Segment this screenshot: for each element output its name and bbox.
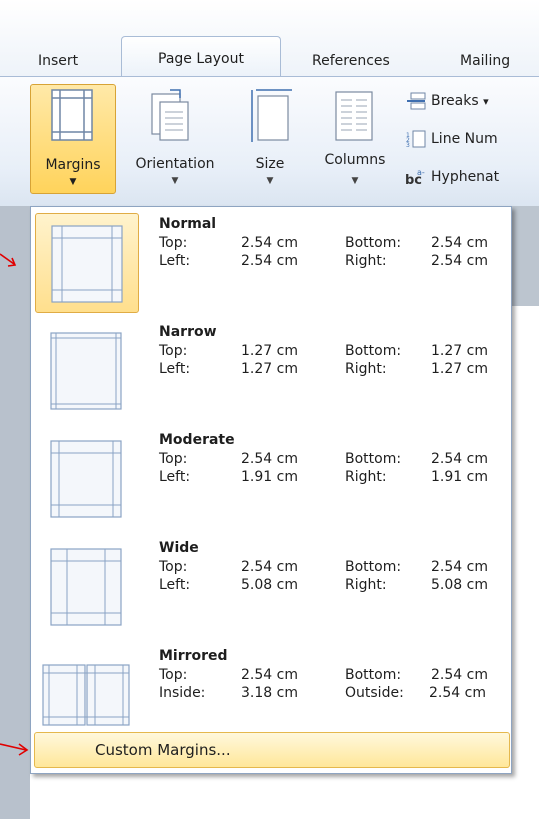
value: 2.54 cm — [241, 667, 298, 683]
value: 1.27 cm — [431, 361, 488, 377]
margin-option-normal[interactable]: Normal Top: 2.54 cm Bottom: 2.54 cm Left… — [35, 211, 507, 317]
tab-references[interactable]: References — [312, 46, 390, 76]
value: 1.27 cm — [431, 343, 488, 359]
option-name: Wide — [159, 540, 199, 556]
option-name: Mirrored — [159, 648, 228, 664]
margins-label: Margins — [45, 157, 101, 173]
option-name: Moderate — [159, 432, 235, 448]
margin-preview — [35, 645, 139, 745]
orientation-button[interactable]: Orientation ▼ — [120, 82, 230, 194]
line-numbers-label: Line Num — [431, 131, 498, 147]
margin-option-narrow[interactable]: Narrow Top: 1.27 cm Bottom: 1.27 cm Left… — [35, 319, 507, 425]
value: 2.54 cm — [431, 235, 488, 251]
margin-preview — [35, 537, 139, 637]
breaks-icon — [407, 92, 426, 110]
value: 5.08 cm — [241, 577, 298, 593]
chevron-down-icon: ▼ — [69, 177, 77, 187]
page-margins-icon — [50, 548, 122, 626]
tab-insert[interactable]: Insert — [38, 46, 78, 76]
tab-mailings[interactable]: Mailing — [460, 46, 510, 76]
value: 1.91 cm — [431, 469, 488, 485]
tab-page-layout-label: Page Layout — [158, 51, 244, 67]
value: 5.08 cm — [431, 577, 488, 593]
label: Bottom: — [345, 235, 402, 251]
value: 2.54 cm — [431, 667, 488, 683]
value: 2.54 cm — [241, 559, 298, 575]
label: Top: — [159, 235, 188, 251]
label: Outside: — [345, 685, 404, 701]
value: 2.54 cm — [431, 559, 488, 575]
label: Top: — [159, 343, 188, 359]
option-name: Narrow — [159, 324, 217, 340]
page-margins-icon — [50, 440, 122, 518]
custom-margins-button[interactable]: Custom Margins... — [34, 732, 510, 768]
label: Top: — [159, 667, 188, 683]
value: 2.54 cm — [431, 451, 488, 467]
chevron-down-icon: ▾ — [483, 95, 489, 108]
size-icon — [251, 89, 292, 142]
value: 2.54 cm — [429, 685, 486, 701]
orientation-label: Orientation — [135, 156, 215, 172]
value: 1.27 cm — [241, 343, 298, 359]
value: 2.54 cm — [241, 451, 298, 467]
margin-preview — [35, 321, 139, 421]
svg-text:a-: a- — [417, 168, 425, 177]
margins-button[interactable]: Margins ▼ — [30, 84, 116, 194]
columns-icon — [335, 91, 373, 141]
value: 1.27 cm — [241, 361, 298, 377]
value: 1.91 cm — [241, 469, 298, 485]
label: Left: — [159, 361, 191, 377]
margin-option-moderate[interactable]: Moderate Top: 2.54 cm Bottom: 2.54 cm Le… — [35, 427, 507, 533]
label: Top: — [159, 451, 188, 467]
tab-page-layout[interactable]: Page Layout — [121, 36, 281, 80]
label: Right: — [345, 361, 387, 377]
mirrored-pages-icon — [42, 664, 130, 726]
hyphenation-label: Hyphenat — [431, 169, 500, 185]
left-gutter — [0, 206, 30, 819]
chevron-down-icon: ▼ — [351, 176, 359, 186]
columns-button[interactable]: Columns ▼ — [312, 82, 398, 194]
label: Bottom: — [345, 559, 402, 575]
label: Right: — [345, 253, 387, 269]
svg-text:3: 3 — [406, 142, 410, 148]
margin-preview — [35, 429, 139, 529]
hyphenation-button[interactable]: bc a- Hyphenat — [405, 168, 499, 186]
value: 2.54 cm — [431, 253, 488, 269]
line-numbers-icon: 1 2 3 — [406, 130, 426, 148]
label: Bottom: — [345, 343, 402, 359]
label: Inside: — [159, 685, 206, 701]
label: Top: — [159, 559, 188, 575]
label: Left: — [159, 253, 191, 269]
value: 2.54 cm — [241, 253, 298, 269]
value: 3.18 cm — [241, 685, 298, 701]
arrow-icon — [0, 743, 29, 756]
right-gutter — [510, 206, 539, 306]
margin-preview — [35, 213, 139, 313]
label: Right: — [345, 469, 387, 485]
size-label: Size — [255, 156, 285, 172]
line-numbers-button[interactable]: 1 2 3 Line Num — [405, 130, 498, 148]
label: Left: — [159, 469, 191, 485]
hyphenation-icon: bc a- — [405, 168, 425, 186]
value: 2.54 cm — [241, 235, 298, 251]
arrow-icon — [0, 253, 17, 267]
orientation-icon — [151, 89, 189, 141]
breaks-button[interactable]: Breaks ▾ — [405, 92, 489, 110]
chevron-down-icon: ▼ — [171, 176, 179, 186]
page-margins-icon — [51, 225, 123, 303]
breaks-label: Breaks — [431, 93, 479, 109]
option-name: Normal — [159, 216, 217, 232]
columns-label: Columns — [324, 152, 386, 168]
label: Bottom: — [345, 667, 402, 683]
margin-option-wide[interactable]: Wide Top: 2.54 cm Bottom: 2.54 cm Left: … — [35, 535, 507, 641]
label: Left: — [159, 577, 191, 593]
label: Right: — [345, 577, 387, 593]
page-margins-icon — [50, 332, 122, 410]
chevron-down-icon: ▼ — [266, 176, 274, 186]
label: Bottom: — [345, 451, 402, 467]
margins-dropdown-menu: Normal Top: 2.54 cm Bottom: 2.54 cm Left… — [30, 206, 512, 774]
size-button[interactable]: Size ▼ — [238, 82, 302, 194]
